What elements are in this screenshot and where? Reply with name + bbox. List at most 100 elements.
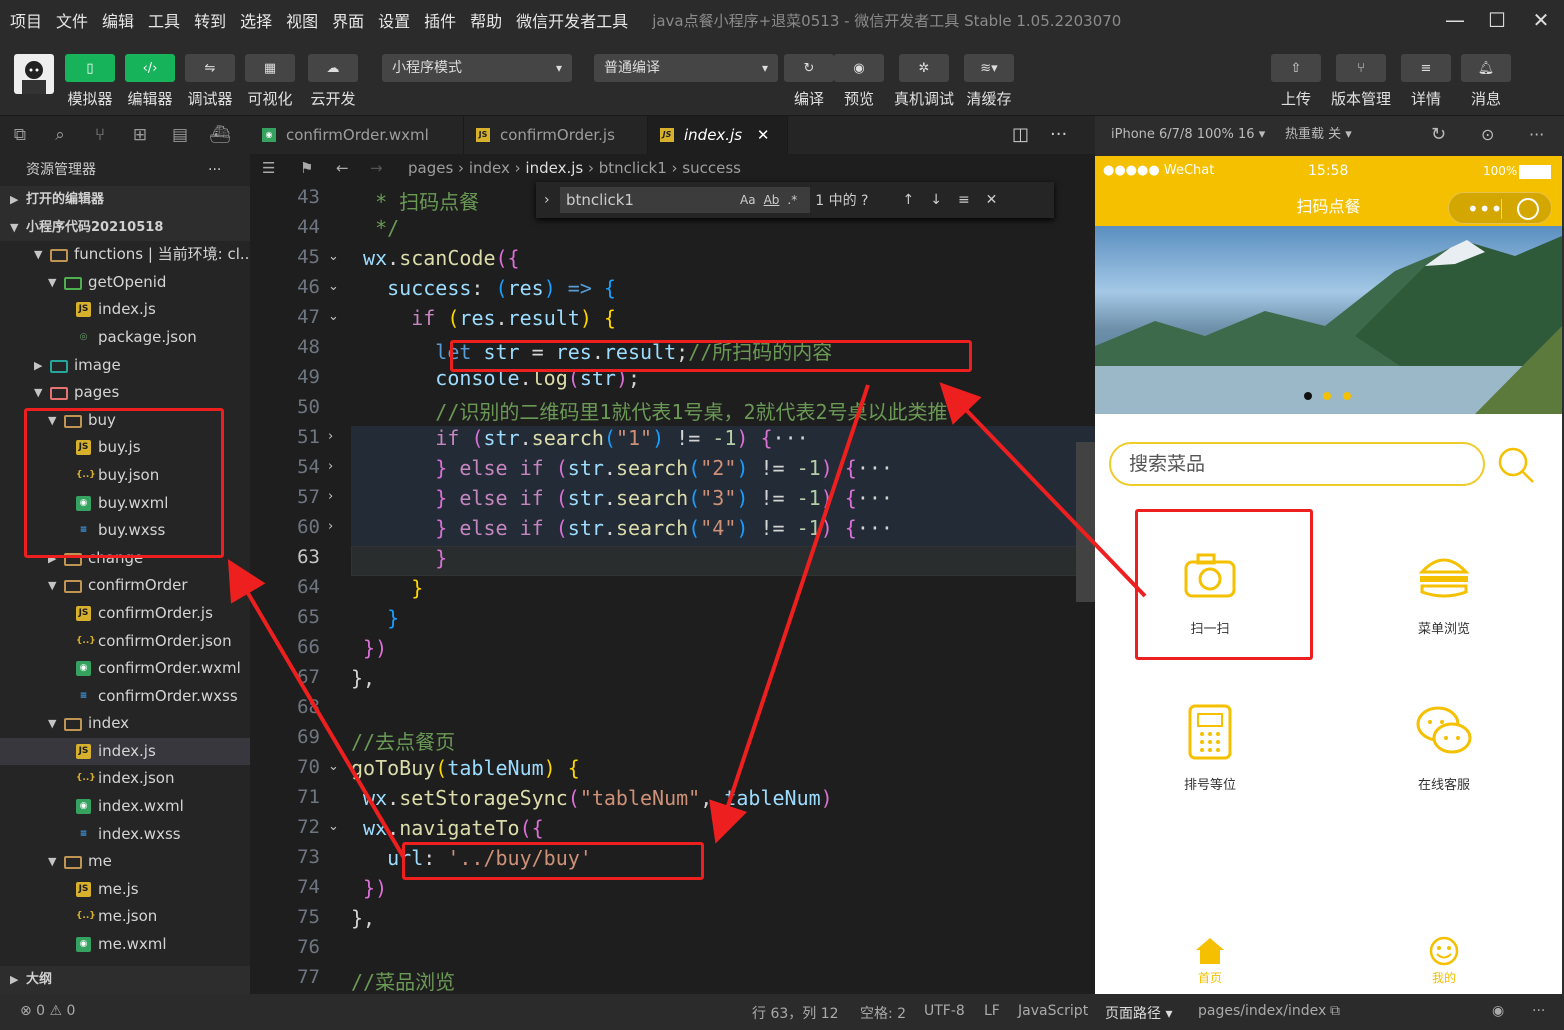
- avatar[interactable]: [14, 54, 54, 94]
- grid-item-burger[interactable]: 菜单浏览: [1379, 546, 1509, 637]
- forward-arrow-icon[interactable]: →: [370, 154, 383, 182]
- simulator-toggle-button[interactable]: ▯: [65, 54, 115, 82]
- menu-item[interactable]: 工具: [148, 8, 180, 32]
- stop-icon[interactable]: ⊙: [1481, 116, 1494, 154]
- file-item[interactable]: JS confirmOrder.js: [0, 600, 250, 628]
- breadcrumb-item[interactable]: index.js: [525, 159, 583, 177]
- menu-item[interactable]: 微信开发者工具: [516, 8, 628, 32]
- copy-icon[interactable]: ⧉: [1330, 1003, 1340, 1019]
- page-path-label[interactable]: 页面路径 ▾: [1105, 1003, 1172, 1023]
- fold-chevron-right-icon[interactable]: ›: [328, 429, 333, 444]
- split-editor-icon[interactable]: ◫: [1012, 124, 1029, 145]
- folder-item[interactable]: ▼ pages: [0, 379, 250, 407]
- tab-home[interactable]: 首页: [1180, 936, 1240, 986]
- outline-section[interactable]: ▶ 大纲: [0, 966, 250, 994]
- breadcrumb-item[interactable]: pages: [408, 159, 453, 177]
- source-control-icon[interactable]: ⑂: [80, 125, 120, 145]
- clear-cache-button[interactable]: ≋▾: [964, 54, 1014, 82]
- debugger-toggle-button[interactable]: ⇋: [185, 54, 235, 82]
- regex-icon[interactable]: .*: [787, 193, 797, 207]
- file-item[interactable]: {..} index.json: [0, 765, 250, 793]
- menu-item[interactable]: 界面: [332, 8, 364, 32]
- back-arrow-icon[interactable]: ←: [336, 154, 349, 182]
- fold-chevron-right-icon[interactable]: ›: [328, 519, 333, 534]
- file-item[interactable]: {..} confirmOrder.json: [0, 628, 250, 656]
- folder-item[interactable]: ▼ functions | 当前环境: cl...: [0, 241, 250, 269]
- close-mini-program-icon[interactable]: [1517, 198, 1539, 220]
- tab-index-js[interactable]: JS index.js ✕: [648, 116, 788, 154]
- close-icon[interactable]: ✕: [986, 192, 998, 208]
- cursor-position[interactable]: 行 63，列 12: [752, 1003, 839, 1023]
- minimize-button[interactable]: —: [1440, 6, 1470, 34]
- device-select[interactable]: iPhone 6/7/8 100% 16 ▾: [1111, 127, 1265, 142]
- folder-item[interactable]: ▼ index: [0, 710, 250, 738]
- menu-item[interactable]: 文件: [56, 8, 88, 32]
- problems-count[interactable]: ⊗ 0 ⚠ 0: [20, 1003, 75, 1019]
- list-icon[interactable]: ☰: [262, 154, 275, 182]
- folder-item[interactable]: ▼ me: [0, 848, 250, 876]
- folder-item[interactable]: ▼ confirmOrder: [0, 572, 250, 600]
- open-editors-section[interactable]: ▶ 打开的编辑器: [0, 186, 250, 214]
- menu-item[interactable]: 帮助: [470, 8, 502, 32]
- real-debug-button[interactable]: ✲: [899, 54, 949, 82]
- selection-filter-icon[interactable]: ≡: [958, 192, 970, 208]
- carousel-dot[interactable]: [1343, 392, 1351, 400]
- banner-carousel[interactable]: [1095, 226, 1562, 414]
- menu-item[interactable]: 转到: [194, 8, 226, 32]
- more-icon[interactable]: ···: [1529, 116, 1544, 154]
- file-item[interactable]: JS index.js: [0, 296, 250, 324]
- scrollbar-thumb[interactable]: [1076, 442, 1095, 602]
- fold-chevron-right-icon[interactable]: ›: [328, 459, 333, 474]
- file-item[interactable]: ◉ confirmOrder.wxml: [0, 655, 250, 683]
- capsule-menu[interactable]: •••: [1448, 192, 1552, 224]
- version-button[interactable]: ⑂: [1336, 54, 1386, 82]
- maximize-button[interactable]: ☐: [1482, 6, 1512, 34]
- rotate-icon[interactable]: ↻: [1431, 116, 1446, 154]
- compile-mode-select[interactable]: 普通编译: [594, 54, 778, 82]
- grid-item-chat[interactable]: 在线客服: [1379, 702, 1509, 793]
- details-button[interactable]: ≡: [1401, 54, 1451, 82]
- breadcrumb-item[interactable]: success: [682, 159, 741, 177]
- carousel-dot[interactable]: [1323, 392, 1331, 400]
- file-item[interactable]: ◎ package.json: [0, 324, 250, 352]
- menu-item[interactable]: 视图: [286, 8, 318, 32]
- fold-chevron-down-icon[interactable]: ⌄: [328, 309, 339, 324]
- language-mode[interactable]: JavaScript: [1018, 1003, 1088, 1019]
- menu-item[interactable]: 选择: [240, 8, 272, 32]
- compile-button[interactable]: ↻: [784, 54, 834, 82]
- grid-item-phone[interactable]: 排号等位: [1145, 702, 1275, 793]
- folder-item[interactable]: ▶ image: [0, 352, 250, 380]
- file-item[interactable]: {..} me.json: [0, 903, 250, 931]
- menu-item[interactable]: 设置: [378, 8, 410, 32]
- file-item[interactable]: ≡ index.wxss: [0, 821, 250, 849]
- menu-item[interactable]: 项目: [10, 8, 42, 32]
- tab-confirmorder-js[interactable]: JS confirmOrder.js: [464, 116, 648, 154]
- preview-button[interactable]: ◉: [834, 54, 884, 82]
- upload-button[interactable]: ⇧: [1271, 54, 1321, 82]
- breadcrumb-item[interactable]: btnclick1: [599, 159, 667, 177]
- bookmark-icon[interactable]: ⚑: [300, 154, 313, 182]
- fold-chevron-down-icon[interactable]: ⌄: [328, 249, 339, 264]
- extensions-icon[interactable]: ⊞: [120, 125, 160, 145]
- hot-reload-select[interactable]: 热重载 关 ▾: [1285, 116, 1352, 154]
- menu-item[interactable]: 插件: [424, 8, 456, 32]
- line-ending[interactable]: LF: [984, 1003, 1000, 1019]
- editor-toggle-button[interactable]: ‹/›: [125, 54, 175, 82]
- messages-button[interactable]: 🔔︎: [1461, 54, 1511, 82]
- storage-icon[interactable]: ▤: [160, 125, 200, 145]
- fold-chevron-right-icon[interactable]: ›: [328, 489, 333, 504]
- close-window-button[interactable]: ✕: [1526, 6, 1556, 34]
- indentation[interactable]: 空格: 2: [860, 1003, 906, 1023]
- file-item[interactable]: ◉ me.wxml: [0, 931, 250, 959]
- search-input[interactable]: 搜索菜品: [1109, 442, 1485, 486]
- match-case-icon[interactable]: Aa: [740, 193, 756, 207]
- fold-chevron-down-icon[interactable]: ⌄: [328, 819, 339, 834]
- search-icon[interactable]: ⌕: [40, 125, 80, 145]
- eye-icon[interactable]: ◉: [1492, 1003, 1504, 1019]
- docker-icon[interactable]: ⛴: [200, 125, 240, 145]
- tab-smile[interactable]: 我的: [1414, 936, 1474, 986]
- more-icon[interactable]: ···: [1532, 1003, 1545, 1019]
- file-item[interactable]: ≡ confirmOrder.wxss: [0, 683, 250, 711]
- file-item[interactable]: ◉ index.wxml: [0, 793, 250, 821]
- carousel-dot-active[interactable]: [1304, 392, 1312, 400]
